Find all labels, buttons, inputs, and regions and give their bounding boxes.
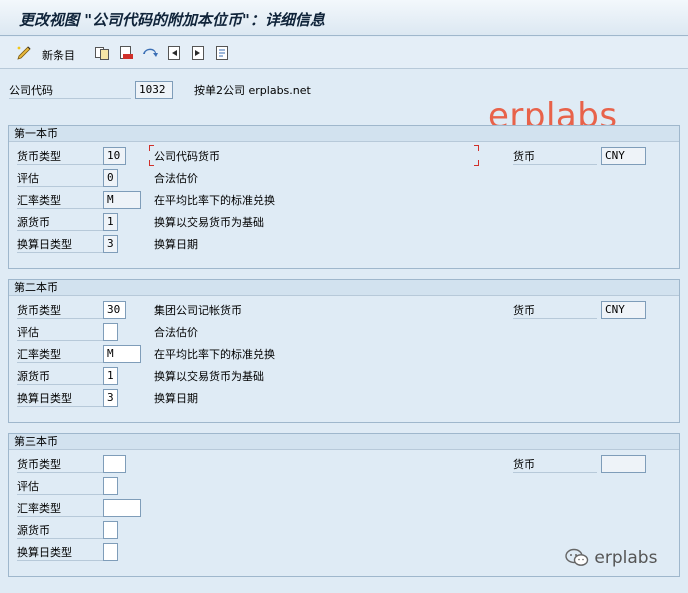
currency-type-description: 集团公司记帐货币 [154,304,242,317]
group-first-local-currency: 第一本币 货币类型 10 公司代码货币 货币 CNY 评估 0 合法估价 汇率类… [8,125,680,269]
currency-label: 货币 [513,149,597,165]
exchange-rate-type-label: 汇率类型 [17,347,105,363]
valuation-label: 评估 [17,479,105,495]
group-second-local-currency: 第二本币 货币类型 30 集团公司记帐货币 货币 CNY 评估 合法估价 汇率类… [8,279,680,423]
new-entries-icon[interactable] [16,45,32,61]
window-title: 更改视图 "公司代码的附加本位币"：详细信息 [19,11,325,29]
currency-type-field[interactable]: 10 [103,147,126,165]
focus-corner [474,145,479,151]
source-currency-description: 换算以交易货币为基础 [154,370,264,383]
delete-icon[interactable] [118,45,134,61]
source-currency-field[interactable] [103,521,118,539]
display-icon[interactable] [214,45,230,61]
source-currency-label: 源货币 [17,369,105,385]
source-currency-label: 源货币 [17,215,105,231]
source-currency-field[interactable]: 1 [103,367,118,385]
application-toolbar: 新条目 [0,37,688,69]
new-entries-button[interactable]: 新条目 [42,47,75,63]
currency-type-label: 货币类型 [17,303,105,319]
currency-type-label: 货币类型 [17,149,105,165]
company-code-label: 公司代码 [9,83,131,99]
source-currency-description: 换算以交易货币为基础 [154,216,264,229]
exchange-rate-type-field[interactable]: M [103,191,141,209]
undo-change-icon[interactable] [142,45,158,61]
valuation-description: 合法估价 [154,326,198,339]
wechat-icon [565,548,589,566]
source-currency-field[interactable]: 1 [103,213,118,231]
group-title: 第二本币 [9,280,679,296]
focus-corner [149,145,154,151]
company-description: 按单2公司 erplabs.net [194,84,311,97]
valuation-field[interactable] [103,477,118,495]
group-title: 第三本币 [9,434,679,450]
currency-field[interactable]: CNY [601,301,646,319]
exchange-rate-type-field[interactable] [103,499,141,517]
source-currency-label: 源货币 [17,523,105,539]
translation-date-type-label: 换算日类型 [17,545,105,561]
currency-field[interactable]: CNY [601,147,646,165]
translation-date-type-description: 换算日期 [154,238,198,251]
translation-date-type-field[interactable]: 3 [103,389,118,407]
valuation-field[interactable] [103,323,118,341]
currency-field[interactable] [601,455,646,473]
company-code-field[interactable]: 1032 [135,81,173,99]
translation-date-type-label: 换算日类型 [17,391,105,407]
next-entry-icon[interactable] [190,45,206,61]
valuation-description: 合法估价 [154,172,198,185]
translation-date-type-description: 换算日期 [154,392,198,405]
currency-label: 货币 [513,457,597,473]
translation-date-type-field[interactable] [103,543,118,561]
exchange-rate-type-label: 汇率类型 [17,193,105,209]
valuation-field[interactable]: 0 [103,169,118,187]
focus-corner [149,160,154,166]
previous-entry-icon[interactable] [166,45,182,61]
copy-icon[interactable] [94,45,110,61]
focus-corner [474,160,479,166]
exchange-rate-type-description: 在平均比率下的标准兑换 [154,194,275,207]
valuation-label: 评估 [17,325,105,341]
wechat-watermark: erplabs [565,548,657,568]
currency-type-field[interactable] [103,455,126,473]
exchange-rate-type-field[interactable]: M [103,345,141,363]
valuation-label: 评估 [17,171,105,187]
watermark-text: erplabs [594,548,658,568]
translation-date-type-label: 换算日类型 [17,237,105,253]
currency-type-label: 货币类型 [17,457,105,473]
exchange-rate-type-description: 在平均比率下的标准兑换 [154,348,275,361]
translation-date-type-field[interactable]: 3 [103,235,118,253]
currency-type-field[interactable]: 30 [103,301,126,319]
group-title: 第一本币 [9,126,679,142]
currency-label: 货币 [513,303,597,319]
currency-type-description: 公司代码货币 [154,150,220,163]
exchange-rate-type-label: 汇率类型 [17,501,105,517]
title-bar: 更改视图 "公司代码的附加本位币"：详细信息 [0,0,688,36]
